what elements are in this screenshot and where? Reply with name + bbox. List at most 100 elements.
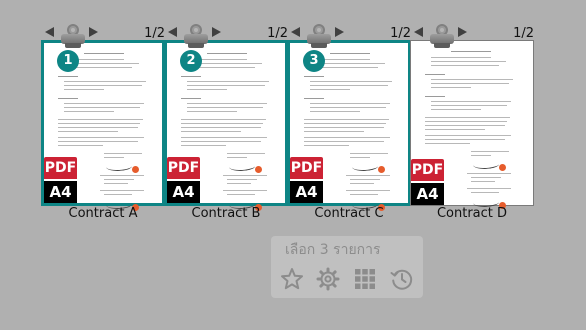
text-line <box>187 107 263 109</box>
history-icon <box>390 269 413 290</box>
prev-page-arrow-icon[interactable] <box>414 27 423 37</box>
signature-mark <box>228 160 256 173</box>
document-card[interactable]: 1/2 1 PDF A4 Contract A <box>41 22 165 222</box>
stamp-mark <box>132 166 139 173</box>
selection-order-badge: 1 <box>57 50 79 72</box>
selection-action-panel: เลือก 3 รายการ <box>271 236 423 298</box>
text-line <box>104 183 128 185</box>
text-line <box>227 194 255 196</box>
document-thumbnail[interactable]: 3 PDF A4 <box>287 40 411 211</box>
text-line <box>104 194 132 196</box>
next-page-arrow-icon[interactable] <box>212 27 221 37</box>
text-line <box>346 175 390 177</box>
text-line <box>304 137 390 139</box>
text-line <box>187 81 269 83</box>
text-line <box>431 109 481 111</box>
page-size-tag: A4 <box>44 181 77 203</box>
text-line <box>304 98 324 100</box>
prev-page-arrow-icon[interactable] <box>168 27 177 37</box>
grid-icon <box>355 269 375 289</box>
text-line <box>304 123 386 125</box>
text-line <box>431 87 471 89</box>
signature-mark <box>351 160 379 173</box>
text-line <box>181 98 201 100</box>
text-line <box>346 190 390 192</box>
document-gallery: 1/2 1 PDF A4 Contract A 1/2 2 PDF A4 Con… <box>0 0 586 330</box>
text-line <box>431 83 509 85</box>
text-line <box>304 145 349 147</box>
text-line <box>350 157 370 159</box>
next-page-arrow-icon[interactable] <box>89 27 98 37</box>
text-line <box>187 89 227 91</box>
history-button[interactable] <box>389 266 415 292</box>
file-type-tag: PDF <box>411 159 444 181</box>
text-line <box>471 181 495 183</box>
text-line <box>207 53 247 55</box>
document-thumbnail[interactable]: PDF A4 <box>410 40 534 209</box>
grid-view-button[interactable] <box>352 266 378 292</box>
text-line <box>304 141 384 143</box>
selection-count-label: เลือก 3 รายการ <box>285 242 381 258</box>
text-line <box>64 89 104 91</box>
document-card[interactable]: 1/2 2 PDF A4 Contract B <box>164 22 288 222</box>
binder-clip-icon <box>307 24 331 50</box>
text-line <box>425 117 510 119</box>
prev-page-arrow-icon[interactable] <box>45 27 54 37</box>
text-line <box>471 192 499 194</box>
stamp-mark <box>378 166 385 173</box>
text-line <box>84 53 124 55</box>
text-line <box>187 85 265 87</box>
text-line <box>104 157 124 159</box>
text-line <box>181 76 201 78</box>
page-indicator: 1/2 <box>267 26 288 41</box>
file-type-tag: PDF <box>167 157 200 179</box>
text-line <box>304 76 324 78</box>
signature-mark <box>105 160 133 173</box>
text-line <box>350 183 374 185</box>
text-line <box>330 53 370 55</box>
text-line <box>431 65 499 67</box>
text-line <box>431 61 506 63</box>
document-thumbnail[interactable]: 2 PDF A4 <box>164 40 288 211</box>
text-line <box>431 79 513 81</box>
text-line <box>64 111 114 113</box>
text-line <box>431 57 491 59</box>
text-line <box>58 119 143 121</box>
page-size-tag: A4 <box>411 183 444 205</box>
text-line <box>181 137 267 139</box>
gear-icon <box>316 267 340 291</box>
text-line <box>181 145 226 147</box>
text-line <box>58 131 118 133</box>
next-page-arrow-icon[interactable] <box>335 27 344 37</box>
text-line <box>181 123 263 125</box>
document-thumbnail[interactable]: 1 PDF A4 <box>41 40 165 211</box>
text-line <box>58 137 144 139</box>
text-line <box>223 190 267 192</box>
text-line <box>310 81 392 83</box>
text-line <box>431 105 507 107</box>
text-line <box>227 153 265 155</box>
text-line <box>310 107 386 109</box>
text-line <box>471 151 509 153</box>
text-line <box>227 157 247 159</box>
document-card[interactable]: 1/2 3 PDF A4 Contract C <box>287 22 411 222</box>
text-line <box>310 85 388 87</box>
text-line <box>431 101 511 103</box>
text-line <box>64 107 140 109</box>
next-page-arrow-icon[interactable] <box>458 27 467 37</box>
text-line <box>425 143 470 145</box>
text-line <box>187 103 267 105</box>
page-indicator: 1/2 <box>144 26 165 41</box>
text-line <box>181 141 261 143</box>
document-card[interactable]: 1/2 PDF A4 Contract D <box>410 22 534 222</box>
text-line <box>304 127 384 129</box>
favorite-button[interactable] <box>279 266 305 292</box>
text-line <box>310 103 390 105</box>
page-size-tag: A4 <box>167 181 200 203</box>
settings-button[interactable] <box>315 266 341 292</box>
text-line <box>467 173 511 175</box>
prev-page-arrow-icon[interactable] <box>291 27 300 37</box>
text-line <box>181 131 241 133</box>
text-line <box>104 153 142 155</box>
text-line <box>100 190 144 192</box>
